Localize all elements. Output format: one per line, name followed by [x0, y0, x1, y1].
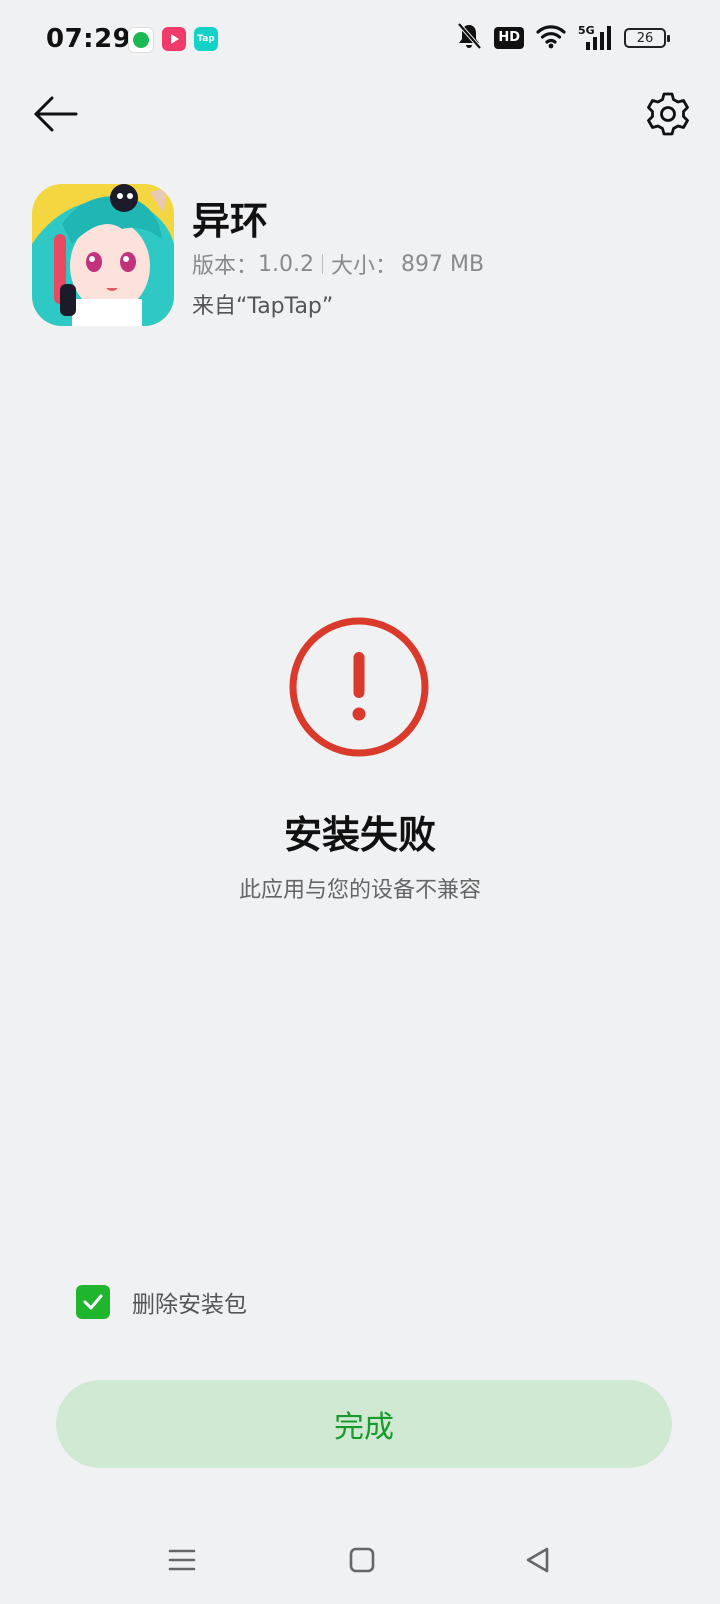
hd-badge: HD	[494, 27, 524, 49]
top-bar	[0, 82, 720, 146]
status-time: 07:29	[46, 24, 132, 54]
app-icon	[32, 184, 174, 326]
back-button[interactable]	[30, 92, 82, 136]
install-failed-title: 安装失败	[283, 813, 436, 857]
app-name: 异环	[192, 199, 269, 243]
error-icon	[286, 614, 432, 760]
notification-icons: Tap	[128, 27, 218, 53]
spotify-icon	[128, 27, 154, 53]
back-triangle-icon	[526, 1547, 549, 1573]
done-button[interactable]: 完成	[56, 1380, 672, 1468]
navigation-bar	[0, 1530, 720, 1590]
size-label: 大小：	[331, 254, 398, 279]
checkmark-icon	[83, 1294, 103, 1310]
home-button[interactable]	[342, 1540, 382, 1580]
app-meta: 版本： 1.0.2 大小： 897 MB	[192, 248, 484, 280]
size-value: 897 MB	[401, 251, 485, 277]
menu-icon	[168, 1549, 196, 1571]
delete-package-checkbox[interactable]	[76, 1285, 110, 1319]
version-label: 版本：	[192, 254, 259, 279]
settings-button[interactable]	[644, 90, 692, 138]
bell-off-icon	[456, 22, 482, 54]
taptap-icon: Tap	[194, 27, 218, 51]
battery-indicator: 26	[624, 28, 670, 48]
recent-apps-button[interactable]	[162, 1540, 202, 1580]
gear-icon	[647, 92, 689, 136]
back-arrow-icon	[34, 96, 78, 132]
cellular-signal-icon: 5G	[578, 24, 612, 52]
video-play-icon	[162, 27, 186, 51]
meta-divider	[322, 254, 323, 274]
home-square-icon	[349, 1547, 375, 1573]
app-source: 来自“TapTap”	[192, 294, 334, 319]
status-bar: 07:29 Tap HD 5G 26	[0, 0, 720, 82]
delete-package-option[interactable]: 删除安装包	[76, 1284, 247, 1320]
app-header: 异环 版本： 1.0.2 大小： 897 MB 来自“TapTap”	[32, 184, 672, 328]
install-failed-message: 此应用与您的设备不兼容	[238, 878, 481, 903]
delete-package-label: 删除安装包	[132, 1292, 247, 1318]
wifi-icon	[536, 23, 566, 53]
version-value: 1.0.2	[258, 251, 314, 277]
system-icons: HD 5G 26	[456, 22, 670, 54]
back-nav-button[interactable]	[518, 1540, 558, 1580]
